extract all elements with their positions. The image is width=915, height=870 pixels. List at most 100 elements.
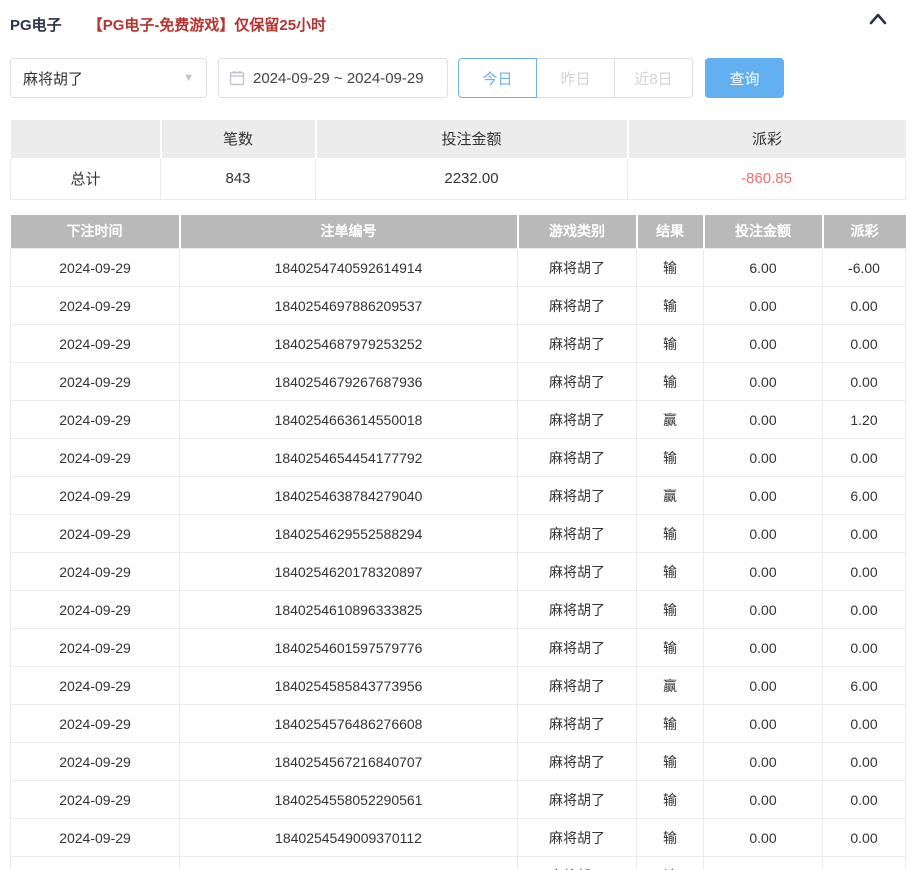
summary-header-row: 笔数 投注金额 派彩 [11,120,906,157]
query-button[interactable]: 查询 [705,58,784,98]
bet-time-cell: 2024-09-29 [11,439,180,477]
payout-cell: 0.00 [823,363,906,401]
bet-amount-cell: 6.00 [704,249,823,287]
bet-time-cell: 2024-09-29 [11,705,180,743]
summary-total-count: 843 [161,157,316,199]
bet-amount-cell: 0.00 [704,287,823,325]
bet-time-cell: 2024-09-29 [11,401,180,439]
payout-cell: -6.00 [823,249,906,287]
date-range-value: 2024-09-29 ~ 2024-09-29 [253,70,424,87]
collapse-chevron-up-icon[interactable] [869,12,887,31]
bet-time-cell: 2024-09-29 [11,819,180,857]
game-type-cell: 麻将胡了 [518,553,637,591]
bet-amount-cell: 0.00 [704,781,823,819]
result-cell: 输 [637,819,704,857]
table-row: 2024-09-291840254638784279040麻将胡了赢0.006.… [11,477,906,515]
summary-col-count: 笔数 [161,120,316,157]
bet-amount-cell: 0.00 [704,819,823,857]
summary-table: 笔数 投注金额 派彩 总计 843 2232.00 -860.85 [10,120,906,200]
table-row: 2024-09-291840254629552588294麻将胡了输0.000.… [11,515,906,553]
col-payout: 派彩 [823,215,906,249]
result-cell: 输 [637,287,704,325]
bet-id-cell: 1840254638784279040 [180,477,518,515]
panel-header: PG电子 【PG电子-免费游戏】仅保留25小时 [10,10,905,38]
bet-amount-cell: 0.00 [704,629,823,667]
game-type-cell: 麻将胡了 [518,857,637,870]
payout-cell: 0.00 [823,553,906,591]
col-game-type: 游戏类别 [518,215,637,249]
bet-time-cell: 2024-09-29 [11,857,180,870]
bet-time-cell: 2024-09-29 [11,629,180,667]
table-row: 2024-09-291840254503102734850麻将胡了输0.000.… [11,857,906,870]
payout-cell: 0.00 [823,743,906,781]
bet-id-cell: 1840254740592614914 [180,249,518,287]
bet-amount-cell: 0.00 [704,705,823,743]
col-bet-id: 注单编号 [180,215,518,249]
result-cell: 输 [637,363,704,401]
result-cell: 输 [637,553,704,591]
payout-cell: 0.00 [823,591,906,629]
filter-today-button[interactable]: 今日 [458,58,537,98]
bet-id-cell: 1840254679267687936 [180,363,518,401]
filter-yesterday-button[interactable]: 昨日 [536,58,615,98]
table-row: 2024-09-291840254687979253252麻将胡了输0.000.… [11,325,906,363]
bet-id-cell: 1840254610896333825 [180,591,518,629]
game-type-cell: 麻将胡了 [518,439,637,477]
table-row: 2024-09-291840254679267687936麻将胡了输0.000.… [11,363,906,401]
bet-time-cell: 2024-09-29 [11,515,180,553]
game-type-cell: 麻将胡了 [518,515,637,553]
payout-cell: 0.00 [823,781,906,819]
table-row: 2024-09-291840254567216840707麻将胡了输0.000.… [11,743,906,781]
date-range-picker[interactable]: 2024-09-29 ~ 2024-09-29 [218,58,448,98]
bet-records-table: 下注时间 注单编号 游戏类别 结果 投注金额 派彩 2024-09-291840… [10,215,906,870]
payout-cell: 6.00 [823,477,906,515]
bet-time-cell: 2024-09-29 [11,743,180,781]
table-row: 2024-09-291840254610896333825麻将胡了输0.000.… [11,591,906,629]
game-type-cell: 麻将胡了 [518,705,637,743]
payout-cell: 0.00 [823,515,906,553]
payout-cell: 0.00 [823,705,906,743]
bet-id-cell: 1840254663614550018 [180,401,518,439]
result-cell: 输 [637,743,704,781]
result-cell: 赢 [637,477,704,515]
bet-amount-cell: 0.00 [704,667,823,705]
table-row: 2024-09-291840254654454177792麻将胡了输0.000.… [11,439,906,477]
bet-time-cell: 2024-09-29 [11,477,180,515]
result-cell: 输 [637,629,704,667]
result-cell: 赢 [637,667,704,705]
bet-amount-cell: 0.00 [704,553,823,591]
bet-id-cell: 1840254620178320897 [180,553,518,591]
bet-id-cell: 1840254549009370112 [180,819,518,857]
game-select[interactable]: 麻将胡了 ▼ [10,58,207,98]
col-bet-amount: 投注金额 [704,215,823,249]
bet-id-cell: 1840254576486276608 [180,705,518,743]
game-type-cell: 麻将胡了 [518,401,637,439]
quick-filter-group: 今日 昨日 近8日 [458,58,693,98]
summary-total-payout: -860.85 [628,157,906,199]
bet-amount-cell: 0.00 [704,439,823,477]
game-type-cell: 麻将胡了 [518,325,637,363]
table-row: 2024-09-291840254549009370112麻将胡了输0.000.… [11,819,906,857]
bet-table-body: 2024-09-291840254740592614914麻将胡了输6.00-6… [11,249,906,870]
notice-text: 【PG电子-免费游戏】仅保留25小时 [88,14,326,35]
summary-total-bet-amount: 2232.00 [316,157,628,199]
result-cell: 输 [637,439,704,477]
table-row: 2024-09-291840254740592614914麻将胡了输6.00-6… [11,249,906,287]
bet-amount-cell: 0.00 [704,743,823,781]
filter-last8days-button[interactable]: 近8日 [614,58,693,98]
bet-id-cell: 1840254601597579776 [180,629,518,667]
summary-total-label: 总计 [11,157,161,199]
game-select-value: 麻将胡了 [23,68,83,89]
game-type-cell: 麻将胡了 [518,591,637,629]
bet-time-cell: 2024-09-29 [11,553,180,591]
bet-time-cell: 2024-09-29 [11,287,180,325]
game-type-cell: 麻将胡了 [518,363,637,401]
game-type-cell: 麻将胡了 [518,781,637,819]
chevron-down-icon: ▼ [183,72,194,84]
bet-time-cell: 2024-09-29 [11,325,180,363]
bet-id-cell: 1840254629552588294 [180,515,518,553]
filter-toolbar: 麻将胡了 ▼ 2024-09-29 ~ 2024-09-29 今日 昨日 近8日… [10,58,905,98]
result-cell: 输 [637,515,704,553]
game-type-cell: 麻将胡了 [518,249,637,287]
game-type-cell: 麻将胡了 [518,287,637,325]
